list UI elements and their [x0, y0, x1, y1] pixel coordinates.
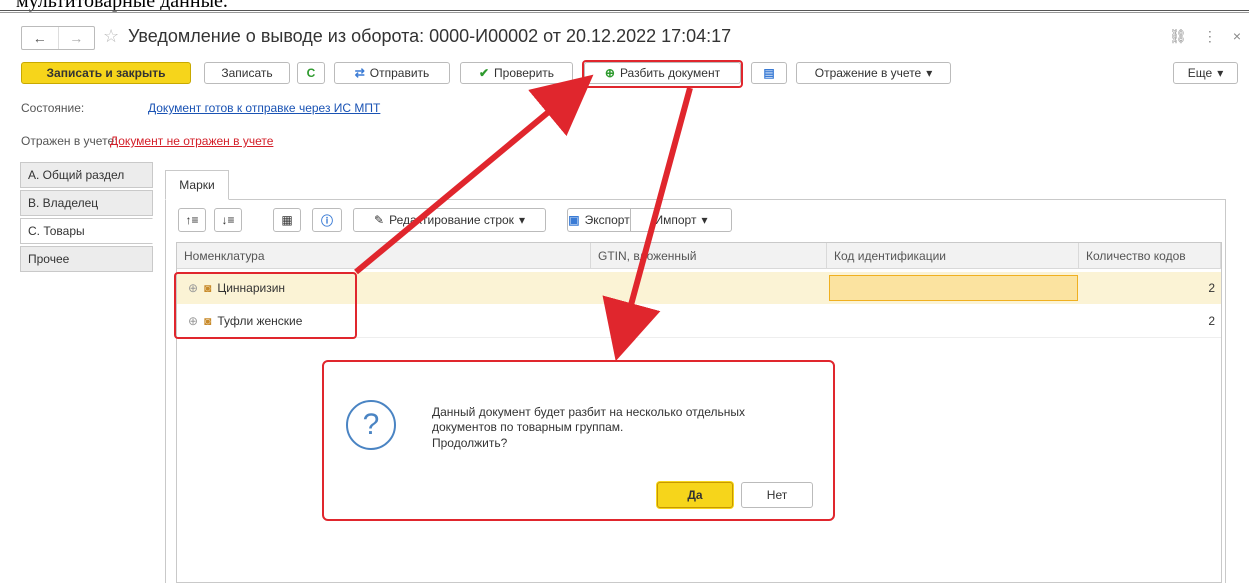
arrow-to-dialog	[602, 87, 693, 362]
arrow-to-split-button	[354, 74, 594, 275]
annotation-arrows	[354, 74, 693, 362]
